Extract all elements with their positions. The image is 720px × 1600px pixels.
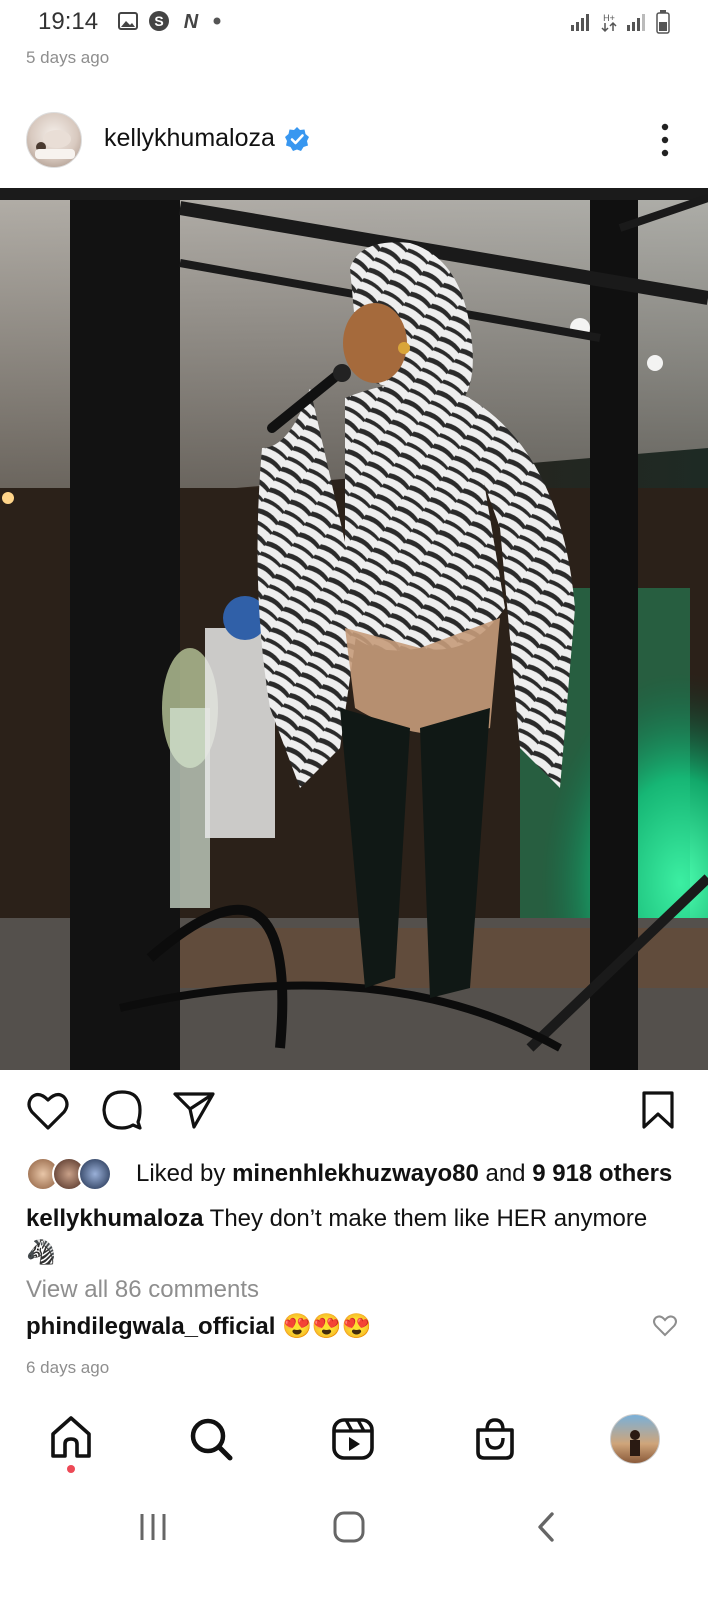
netflix-icon: N [184,11,199,31]
status-time: 19:14 [38,8,99,35]
reels-icon[interactable] [330,1416,376,1462]
notification-dot-icon [67,1465,75,1473]
s-app-icon: S [149,11,169,31]
home-icon[interactable] [48,1414,94,1460]
caption-username[interactable]: kellykhumaloza [26,1205,203,1232]
comment-text: 😍😍😍 [282,1313,372,1340]
svg-text:H+: H+ [603,13,615,23]
verified-badge-icon [285,127,309,151]
previous-post-timestamp: 5 days ago [26,48,110,67]
likes-user[interactable]: minenhlekhuzwayo80 [232,1160,479,1187]
recent-apps-icon[interactable] [136,1510,170,1544]
post-image[interactable] [0,188,708,1070]
more-options-icon[interactable] [650,118,680,162]
likes-others-count[interactable]: 9 918 others [532,1160,672,1187]
post-caption: kellykhumaloza They don’t make them like… [26,1202,694,1270]
likes-prefix: Liked by [136,1160,233,1187]
status-right-icons: H+ [570,10,670,34]
post-author-username[interactable]: kellykhumaloza [104,124,275,153]
heart-icon[interactable] [26,1090,70,1132]
likes-summary[interactable]: Liked by minenhlekhuzwayo80 and 9 918 ot… [26,1154,672,1194]
caption-text: They don’t make them like HER anymore [209,1205,648,1232]
back-icon[interactable] [532,1510,562,1544]
signal-icon-2 [627,14,645,31]
signal-icon [571,14,589,31]
view-all-comments-link[interactable]: View all 86 comments [26,1276,259,1304]
comment-like-icon[interactable] [652,1314,678,1338]
system-navigation-bar [0,1498,720,1558]
status-left-icons: S N [118,10,222,32]
share-icon[interactable] [172,1090,216,1130]
home-button-icon[interactable] [332,1510,366,1544]
shop-icon[interactable] [472,1416,518,1462]
post-timestamp: 6 days ago [26,1358,110,1377]
liker-avatar-3 [78,1157,112,1191]
dot-icon [213,17,221,25]
comment-icon[interactable] [100,1088,144,1132]
battery-icon [656,10,670,34]
caption-emoji: 🦓 [26,1239,56,1266]
profile-avatar[interactable] [610,1414,660,1464]
svg-text:S: S [154,13,163,29]
svg-text:N: N [184,11,199,31]
comment-username[interactable]: phindilegwala_official [26,1313,275,1340]
search-icon[interactable] [188,1416,234,1462]
top-comment: phindilegwala_official 😍😍😍 [26,1312,372,1341]
gallery-icon [118,12,138,30]
bookmark-icon[interactable] [640,1090,676,1130]
post-author-avatar[interactable] [26,112,82,168]
bottom-navigation [0,1410,720,1474]
likes-middle: and [478,1160,533,1187]
post-actions-bar [0,1086,720,1142]
data-icon: H+ [601,13,617,33]
status-bar: 19:14 S N H+ [0,0,720,44]
